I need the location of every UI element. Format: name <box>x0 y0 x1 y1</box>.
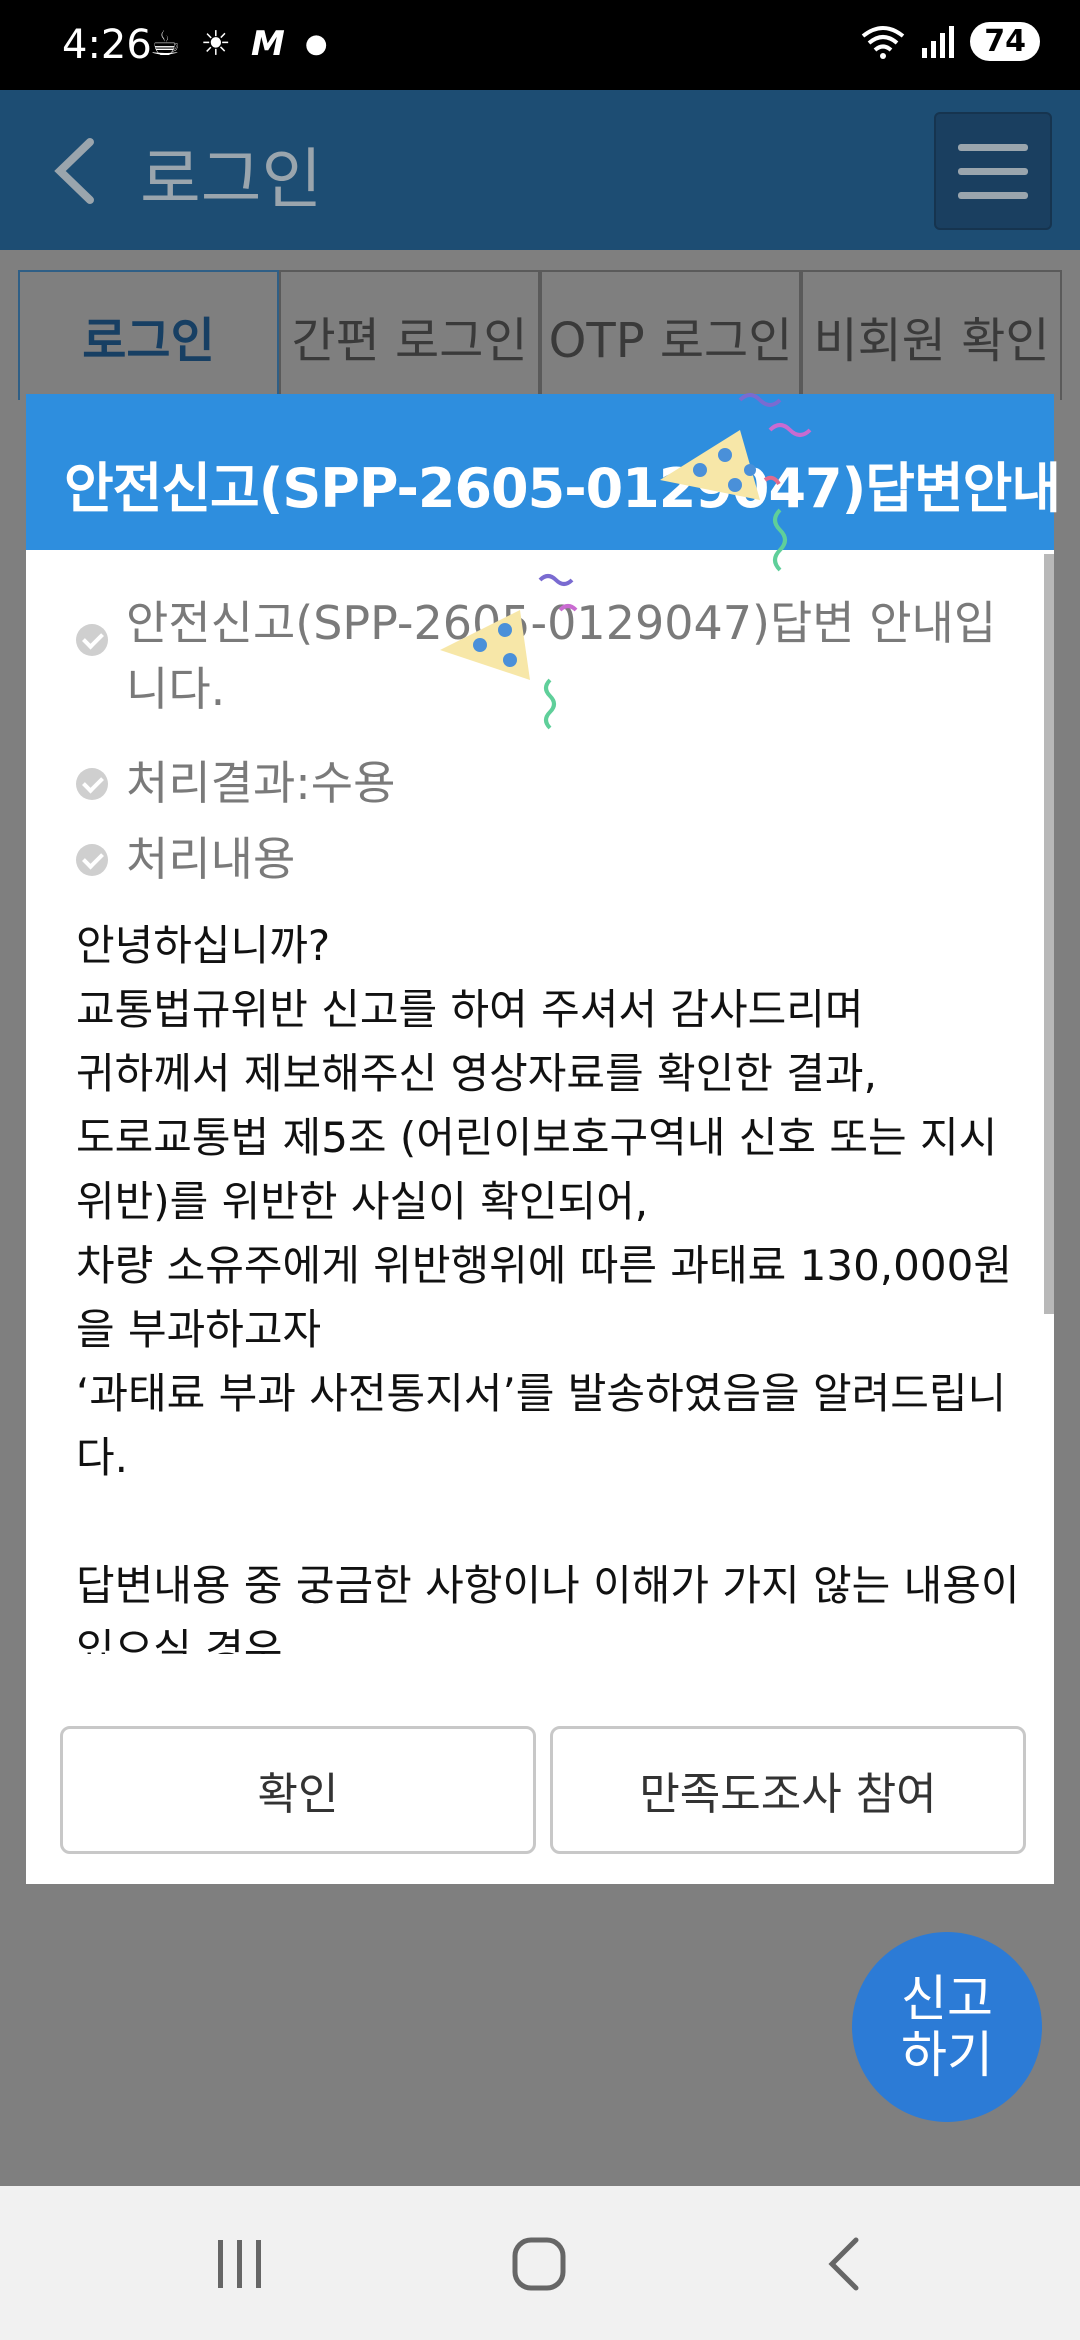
info-item: 처리결과:수용 <box>76 750 395 816</box>
message-line: 도로교통법 제5조 (어린이보호구역내 신호 또는 지시 위반)를 위반한 사실… <box>76 1113 1011 1226</box>
dot-icon: ● <box>304 29 328 59</box>
message-line: 차량 소유주에게 위반행위에 따른 과태료 130,000원을 부과하고자 <box>76 1241 1012 1354</box>
coffee-icon: ☕ <box>150 24 181 64</box>
home-icon[interactable] <box>510 2236 570 2292</box>
message-line <box>76 1490 1036 1554</box>
battery-indicator: 74 <box>970 22 1040 61</box>
status-bar: 4:26 ☕ ☀ M ● 74 <box>0 0 1080 90</box>
app-bar: 로그인 <box>0 90 1080 250</box>
message-line: 안녕하십니까? <box>76 921 331 970</box>
sun-icon: ☀ <box>200 24 231 64</box>
status-time: 4:26 <box>62 22 152 68</box>
back-icon[interactable] <box>820 2236 870 2292</box>
info-item-text: 처리결과:수용 <box>126 756 396 810</box>
info-item-text: 처리내용 <box>126 832 296 886</box>
login-tabs: 로그인 간편 로그인 OTP 로그인 비회원 확인 <box>18 270 1062 400</box>
signal-icon <box>922 25 955 58</box>
dialog-title: 안전신고(SPP-2605-0129047)답변안내 <box>64 457 1061 520</box>
party-popper-icon <box>660 393 812 572</box>
menu-icon-line <box>958 168 1028 175</box>
info-item: 처리내용 <box>76 826 295 892</box>
dialog-message: 안녕하십니까? 교통법규위반 신고를 하여 주셔서 감사드리며 귀하께서 제보해… <box>76 914 1036 1654</box>
message-line: ‘과태료 부과 사전통지서’를 발송하였음을 알려드립니다. <box>76 1369 1007 1482</box>
fab-label: 신고 하기 <box>901 1970 993 2084</box>
confirm-button[interactable]: 확인 <box>60 1726 536 1854</box>
wifi-icon <box>862 25 905 59</box>
notification-icons: ☕ ☀ M ● <box>150 24 328 64</box>
message-line: 귀하께서 제보해주신 영상자료를 확인한 결과, <box>76 1049 877 1098</box>
dialog-header: 안전신고(SPP-2605-0129047)답변안내 <box>26 394 1061 550</box>
recent-apps-icon[interactable] <box>210 2236 270 2292</box>
party-popper-icon <box>440 574 578 730</box>
back-arrow-icon[interactable] <box>48 136 104 206</box>
check-icon <box>76 624 108 656</box>
check-icon <box>76 844 108 876</box>
survey-button[interactable]: 만족도조사 참여 <box>550 1726 1026 1854</box>
app-m-icon: M <box>250 24 285 64</box>
system-nav-bar <box>0 2186 1080 2340</box>
menu-icon-line <box>958 192 1028 199</box>
message-line: 교통법규위반 신고를 하여 주셔서 감사드리며 <box>76 985 864 1034</box>
hamburger-menu-button[interactable] <box>934 112 1052 230</box>
report-fab-button[interactable]: 신고 하기 <box>852 1932 1042 2122</box>
message-line: 답변내용 중 궁금한 사항이나 이해가 가지 않는 내용이 있으실 경우 <box>76 1561 1033 1654</box>
menu-icon <box>958 144 1028 151</box>
tab-simple-login[interactable]: 간편 로그인 <box>279 270 540 400</box>
tab-guest-verify[interactable]: 비회원 확인 <box>801 270 1062 400</box>
check-icon <box>76 768 108 800</box>
page-title: 로그인 <box>140 141 323 218</box>
tab-login[interactable]: 로그인 <box>18 270 279 400</box>
